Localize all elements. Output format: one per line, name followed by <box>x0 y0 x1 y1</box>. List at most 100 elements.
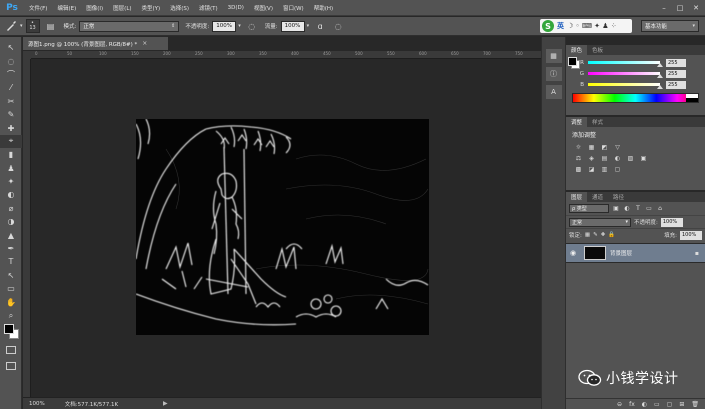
posterize-icon[interactable]: ◪ <box>587 165 596 174</box>
blend-mode-select[interactable]: 正常 ▾ <box>569 217 631 227</box>
tab-adjustments[interactable]: 调整 <box>566 117 588 127</box>
adjustment-layer-icon[interactable]: ◐ <box>642 401 647 408</box>
layer-opacity-input[interactable]: 100% <box>660 217 683 227</box>
healing-tool-icon[interactable]: ✚ <box>0 121 22 134</box>
link-layers-icon[interactable]: ⊖ <box>617 401 622 408</box>
layer-kind-select[interactable]: ρ 类型 <box>569 204 609 213</box>
color-balance-icon[interactable]: ▤ <box>600 154 609 163</box>
black-white-icon[interactable]: ◐ <box>613 154 622 163</box>
adjustment-filter-icon[interactable]: ◐ <box>623 205 631 213</box>
blue-value-input[interactable]: 255 <box>666 80 686 89</box>
opacity-input[interactable]: 100% <box>212 20 237 32</box>
red-value-input[interactable]: 255 <box>666 58 686 67</box>
threshold-icon[interactable]: ▥ <box>600 165 609 174</box>
eye-icon[interactable]: ◉ <box>570 249 580 257</box>
shape-tool-icon[interactable]: ▭ <box>0 282 22 295</box>
menu-edit[interactable]: 编辑(E) <box>52 4 81 12</box>
blue-slider[interactable] <box>588 83 663 89</box>
move-tool-icon[interactable]: ↖ <box>0 41 22 54</box>
brush-tool-icon[interactable]: ⌖ <box>0 134 22 149</box>
marquee-tool-icon[interactable]: ◌ <box>0 54 22 67</box>
lock-position-icon[interactable]: ✚ <box>601 232 606 238</box>
tab-layers[interactable]: 图层 <box>566 192 588 202</box>
menu-select[interactable]: 选择(S) <box>165 4 194 12</box>
screen-mode-icon[interactable] <box>6 362 16 370</box>
red-slider[interactable] <box>588 61 663 67</box>
close-icon[interactable]: × <box>142 40 147 47</box>
properties-panel-icon[interactable]: ⓘ <box>545 67 562 81</box>
eraser-tool-icon[interactable]: ✦ <box>0 175 22 188</box>
trash-icon[interactable]: 🗑 <box>691 401 699 408</box>
group-icon[interactable]: ▢ <box>667 401 673 408</box>
menu-filter[interactable]: 滤镜(T) <box>194 4 223 12</box>
pen-tool-icon[interactable]: ✒ <box>0 242 22 255</box>
blur-tool-icon[interactable]: ⌀ <box>0 202 22 215</box>
dodge-tool-icon[interactable]: ◑ <box>0 215 22 228</box>
photo-filter-icon[interactable]: ▨ <box>626 154 635 163</box>
brush-size-picker[interactable]: • 13 <box>25 19 40 33</box>
pixel-filter-icon[interactable]: ▣ <box>612 205 620 213</box>
tab-color[interactable]: 颜色 <box>566 45 588 55</box>
menu-help[interactable]: 帮助(H) <box>309 4 338 12</box>
crop-tool-icon[interactable]: ✂ <box>0 95 22 108</box>
exposure-icon[interactable]: ▽ <box>613 143 622 152</box>
quick-select-tool-icon[interactable]: ⁄ <box>0 81 22 94</box>
menu-layer[interactable]: 图层(L) <box>108 4 136 12</box>
lasso-tool-icon[interactable]: ⌒ <box>0 68 22 81</box>
lock-paint-icon[interactable]: ✎ <box>593 232 598 238</box>
tab-channels[interactable]: 通道 <box>587 192 608 202</box>
minimize-button[interactable]: – <box>657 2 671 13</box>
green-slider[interactable] <box>588 72 663 78</box>
eyedropper-tool-icon[interactable]: ✎ <box>0 108 22 121</box>
gradient-tool-icon[interactable]: ◐ <box>0 188 22 201</box>
horizontal-ruler[interactable]: 0 50 100 150 200 250 300 350 400 450 500… <box>31 51 541 59</box>
tab-styles[interactable]: 样式 <box>587 117 608 127</box>
menu-file[interactable]: 文件(F) <box>24 4 52 12</box>
selective-color-icon[interactable]: ▢ <box>613 165 622 174</box>
tab-paths[interactable]: 路径 <box>608 192 629 202</box>
brightness-contrast-icon[interactable]: ☼ <box>574 143 583 152</box>
mask-icon[interactable]: ▭ <box>654 401 660 408</box>
slider-knob-icon[interactable] <box>657 85 663 89</box>
zoom-tool-icon[interactable]: ⌕ <box>0 309 22 322</box>
vertical-ruler[interactable] <box>23 59 31 397</box>
ruler-origin[interactable] <box>23 51 31 59</box>
levels-icon[interactable]: ▦ <box>587 143 596 152</box>
sharpen-tool-icon[interactable]: ▲ <box>0 228 22 241</box>
tool-preset-chevron-icon[interactable]: ▾ <box>20 23 23 29</box>
layer-row-background[interactable]: ◉ 背景图层 ▪ <box>566 243 705 263</box>
brush-tool-icon[interactable] <box>4 19 18 33</box>
image-canvas[interactable] <box>136 119 429 335</box>
ime-toolbar[interactable]: S 英 ☽ ◦ ⌨ ✦ ♟ ⁘ <box>540 19 632 33</box>
black-white-swatch[interactable] <box>686 94 698 102</box>
zoom-level[interactable]: 100% <box>23 401 51 407</box>
type-filter-icon[interactable]: T <box>634 205 642 213</box>
fill-input[interactable]: 100% <box>680 230 702 240</box>
new-layer-icon[interactable]: ⊞ <box>679 401 684 408</box>
channel-mixer-icon[interactable]: ▣ <box>639 154 648 163</box>
vibrance-icon[interactable]: ⚖ <box>574 154 583 163</box>
color-fg-swatch[interactable] <box>568 57 577 66</box>
flow-input[interactable]: 100% <box>280 20 305 32</box>
menu-view[interactable]: 视图(V) <box>249 4 278 12</box>
airbrush-icon[interactable]: ɑ <box>313 19 327 33</box>
history-panel-icon[interactable]: ▦ <box>545 49 562 63</box>
flow-chevron-icon[interactable]: ▾ <box>307 23 310 29</box>
quick-mask-icon[interactable] <box>6 346 16 354</box>
lock-all-icon[interactable]: 🔒 <box>608 232 615 238</box>
menu-image[interactable]: 图像(I) <box>81 4 108 12</box>
path-select-tool-icon[interactable]: ↖ <box>0 269 22 282</box>
fx-icon[interactable]: fx <box>629 401 635 408</box>
tab-swatches[interactable]: 色板 <box>587 45 608 55</box>
green-value-input[interactable]: 255 <box>666 69 686 78</box>
type-tool-icon[interactable]: T <box>0 255 22 268</box>
stamp-tool-icon[interactable]: ▮ <box>0 148 22 161</box>
close-button[interactable]: ✕ <box>689 2 703 13</box>
opacity-chevron-icon[interactable]: ▾ <box>238 23 241 29</box>
curves-icon[interactable]: ◩ <box>600 143 609 152</box>
status-menu-arrow-icon[interactable]: ▶ <box>163 400 168 407</box>
history-brush-tool-icon[interactable]: ♟ <box>0 162 22 175</box>
menu-window[interactable]: 窗口(W) <box>278 4 309 12</box>
character-panel-icon[interactable]: A <box>545 85 562 99</box>
menu-3d[interactable]: 3D(D) <box>223 5 249 11</box>
